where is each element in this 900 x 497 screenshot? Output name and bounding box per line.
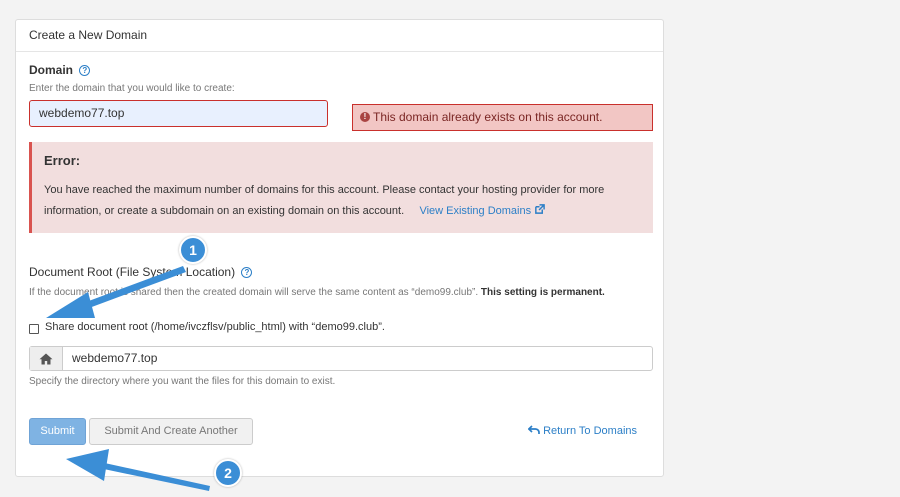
annotation-badge-1: 1 [179, 236, 207, 264]
annotation-arrow-2 [66, 449, 210, 491]
annotation-arrow-1 [46, 266, 186, 318]
annotation-badge-2: 2 [214, 459, 242, 487]
annotation-arrows [46, 266, 210, 491]
